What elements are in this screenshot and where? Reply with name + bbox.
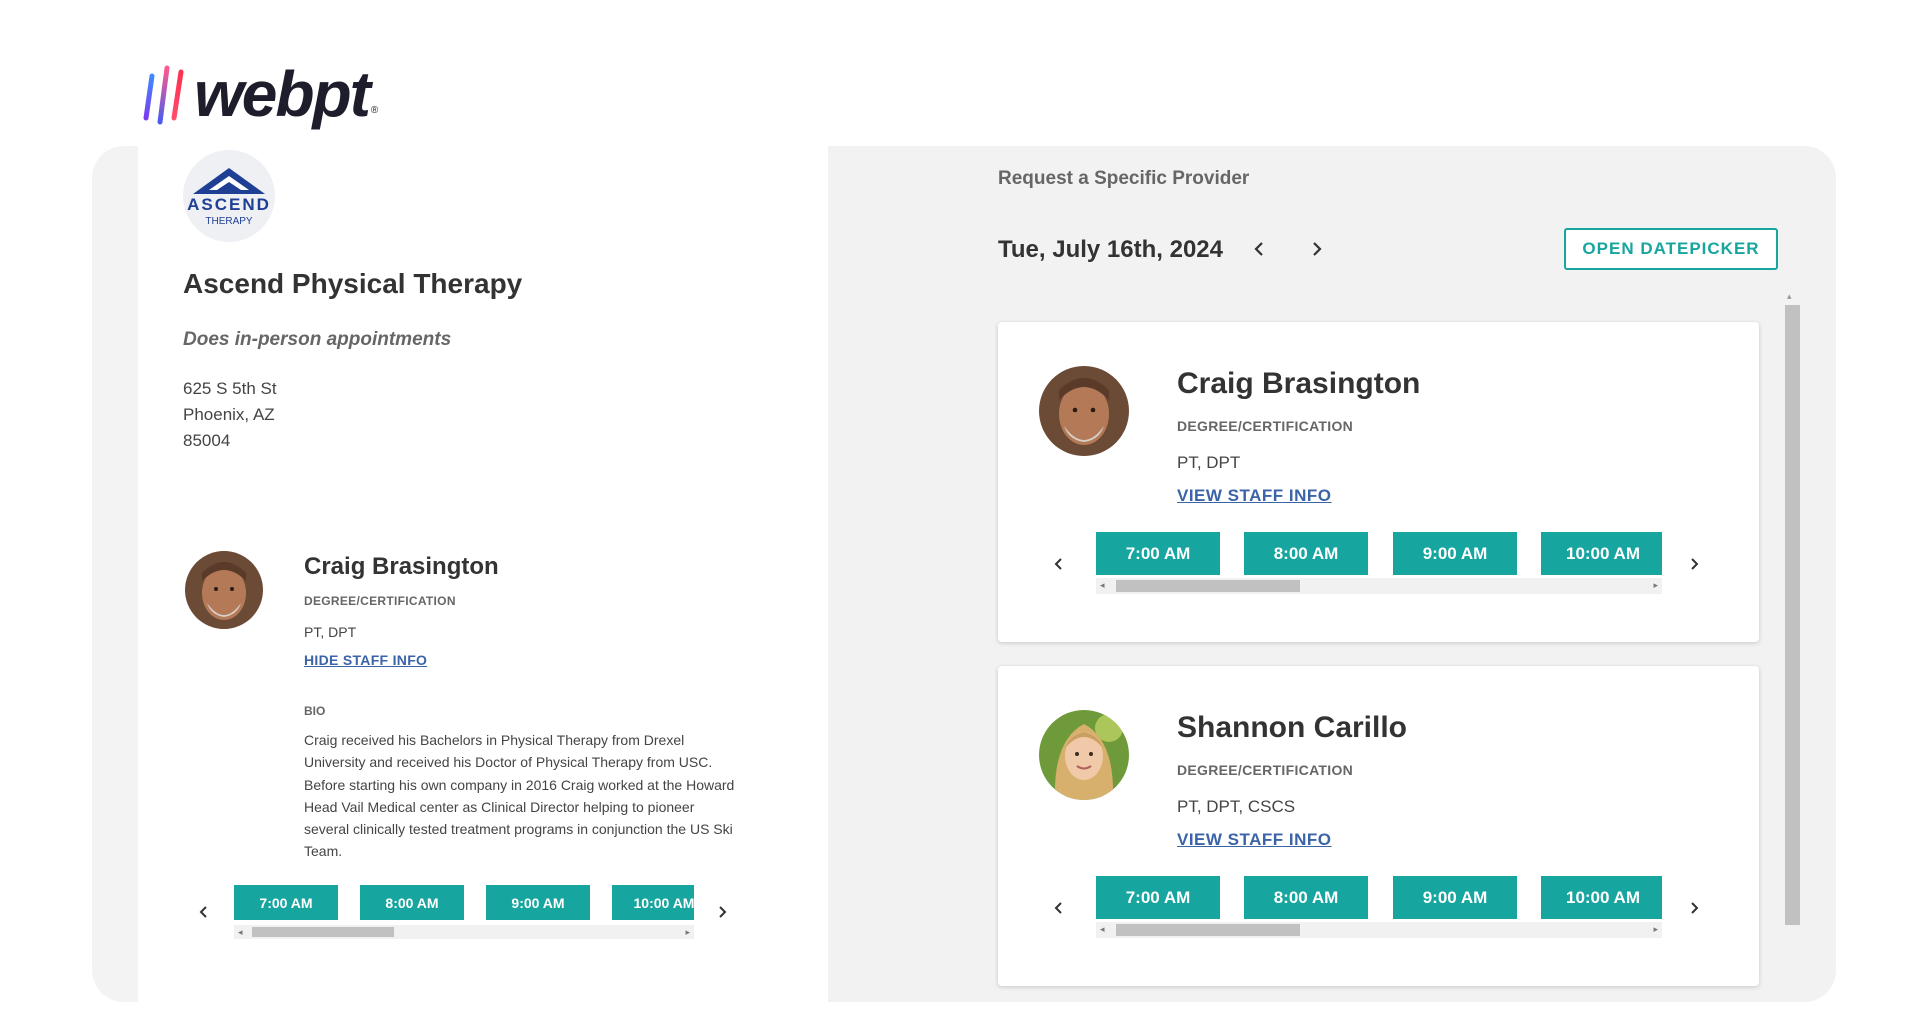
- previous-day-button[interactable]: [1252, 240, 1266, 258]
- time-slot-row: 7:00 AM 8:00 AM 9:00 AM 10:00 AM: [234, 885, 694, 923]
- slots-next-button[interactable]: [1688, 557, 1700, 570]
- time-slot[interactable]: 7:00 AM: [1096, 532, 1220, 575]
- open-datepicker-button[interactable]: OPEN DATEPICKER: [1564, 228, 1778, 270]
- svg-text:THERAPY: THERAPY: [205, 216, 253, 227]
- view-staff-info-link[interactable]: VIEW STAFF INFO: [1177, 486, 1332, 506]
- scrollbar-thumb[interactable]: [252, 927, 394, 937]
- address-zip: 85004: [183, 431, 231, 450]
- clinic-panel: ASCEND THERAPY Ascend Physical Therapy D…: [138, 146, 828, 1002]
- chevron-right-icon: [1691, 558, 1699, 570]
- scrollbar-thumb[interactable]: [1116, 580, 1300, 592]
- time-slot[interactable]: 7:00 AM: [234, 885, 338, 920]
- time-slot[interactable]: 10:00 AM: [612, 885, 694, 920]
- time-slot[interactable]: 10:00 AM: [1541, 532, 1662, 575]
- slots-scrollbar[interactable]: ◂ ▸: [1096, 578, 1662, 594]
- provider-card: Craig Brasington DEGREE/CERTIFICATION PT…: [998, 322, 1759, 642]
- avatar: [1039, 710, 1129, 800]
- bio-text: Craig received his Bachelors in Physical…: [304, 732, 735, 860]
- provider-list-scrollbar[interactable]: ▴: [1780, 291, 1800, 1001]
- chevron-left-icon: [1054, 558, 1062, 570]
- slots-prev-button[interactable]: [1053, 901, 1065, 914]
- chevron-right-icon: [719, 906, 727, 918]
- provider-name: Shannon Carillo: [1177, 711, 1408, 744]
- slots-prev-button[interactable]: [1053, 557, 1065, 570]
- avatar: [185, 551, 263, 629]
- chevron-left-icon: [1054, 902, 1062, 914]
- time-slot[interactable]: 10:00 AM: [1541, 876, 1662, 919]
- time-slot-row: 7:00 AM 8:00 AM 9:00 AM 10:00 AM: [1096, 876, 1662, 920]
- time-slot[interactable]: 9:00 AM: [1393, 876, 1517, 919]
- provider-card: Shannon Carillo DEGREE/CERTIFICATION PT,…: [998, 666, 1759, 986]
- chevron-right-icon: [1691, 902, 1699, 914]
- hide-staff-info-link[interactable]: HIDE STAFF INFO: [304, 652, 427, 668]
- chevron-left-icon: [1254, 242, 1263, 256]
- section-title: Request a Specific Provider: [998, 168, 1250, 189]
- webpt-logo: webpt ®: [140, 62, 378, 126]
- appointment-type: Does in-person appointments: [183, 329, 452, 350]
- time-slot[interactable]: 7:00 AM: [1096, 876, 1220, 919]
- time-slot[interactable]: 8:00 AM: [360, 885, 464, 920]
- slots-next-button[interactable]: [716, 905, 728, 918]
- provider-name: Craig Brasington: [1177, 367, 1421, 400]
- time-slot-row: 7:00 AM 8:00 AM 9:00 AM 10:00 AM: [1096, 532, 1662, 576]
- webpt-logo-mark-icon: [143, 65, 184, 125]
- address-street: 625 S 5th St: [183, 379, 277, 398]
- time-slot[interactable]: 8:00 AM: [1244, 532, 1368, 575]
- degree-label: DEGREE/CERTIFICATION: [304, 594, 456, 608]
- credentials: PT, DPT: [304, 624, 357, 640]
- clinic-logo: ASCEND THERAPY: [183, 150, 275, 242]
- view-staff-info-link[interactable]: VIEW STAFF INFO: [1177, 830, 1332, 850]
- credentials: PT, DPT, CSCS: [1177, 797, 1296, 816]
- slots-next-button[interactable]: [1688, 901, 1700, 914]
- svg-text:ASCEND: ASCEND: [187, 195, 271, 214]
- chevron-left-icon: [199, 906, 207, 918]
- address-city: Phoenix, AZ: [183, 405, 275, 424]
- clinic-name: Ascend Physical Therapy: [183, 268, 523, 299]
- brand-name: webpt: [194, 58, 371, 130]
- bio-label: BIO: [304, 704, 326, 718]
- time-slot[interactable]: 8:00 AM: [1244, 876, 1368, 919]
- time-slot[interactable]: 9:00 AM: [1393, 532, 1517, 575]
- avatar: [1039, 366, 1129, 456]
- provider-name: Craig Brasington: [304, 553, 499, 580]
- degree-label: DEGREE/CERTIFICATION: [1177, 418, 1354, 434]
- provider-panel: Request a Specific Provider Tue, July 16…: [828, 146, 1836, 1002]
- next-day-button[interactable]: [1310, 240, 1324, 258]
- ascend-logo-icon: ASCEND THERAPY: [187, 168, 271, 227]
- scrollbar-thumb[interactable]: [1116, 924, 1300, 936]
- selected-date: Tue, July 16th, 2024: [998, 236, 1223, 263]
- registered-mark: ®: [370, 105, 379, 116]
- scrollbar-thumb[interactable]: [1785, 305, 1800, 925]
- degree-label: DEGREE/CERTIFICATION: [1177, 762, 1354, 778]
- chevron-right-icon: [1313, 242, 1322, 256]
- time-slot[interactable]: 9:00 AM: [486, 885, 590, 920]
- slots-prev-button[interactable]: [198, 905, 210, 918]
- slots-scrollbar[interactable]: ◂ ▸: [234, 925, 694, 939]
- booking-frame: ASCEND THERAPY Ascend Physical Therapy D…: [92, 146, 1836, 1002]
- slots-scrollbar[interactable]: ◂ ▸: [1096, 922, 1662, 938]
- credentials: PT, DPT: [1177, 453, 1241, 472]
